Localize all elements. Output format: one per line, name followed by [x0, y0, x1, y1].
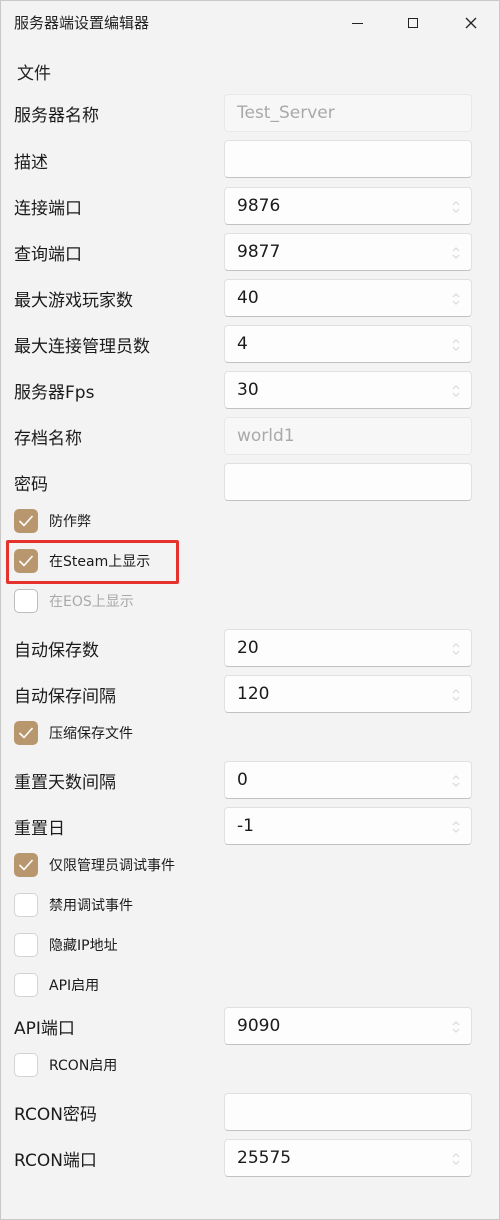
- checkbox-label-hide-ip: 隐藏IP地址: [49, 938, 118, 954]
- checkbox-label-compress-saves: 压缩保存文件: [49, 726, 133, 742]
- connect-port-input[interactable]: 9876: [224, 187, 472, 225]
- rcon-port-value: 25575: [237, 1148, 292, 1168]
- save-name-value: world1: [237, 426, 295, 446]
- reset-day-interval-input[interactable]: 0: [224, 761, 472, 799]
- window-title: 服务器端设置编辑器: [14, 14, 150, 32]
- autosave-interval-value: 120: [237, 684, 270, 704]
- label-autosave-interval: 自动保存间隔: [14, 687, 116, 707]
- label-max-admins: 最大连接管理员数: [14, 337, 150, 357]
- spinner-icon[interactable]: [451, 641, 461, 657]
- label-password: 密码: [14, 475, 48, 495]
- spinner-icon[interactable]: [451, 687, 461, 703]
- server-name-value: Test_Server: [237, 103, 335, 123]
- title-bar[interactable]: 服务器端设置编辑器: [1, 1, 499, 45]
- query-port-value: 9877: [237, 242, 281, 262]
- checkbox-compress-saves[interactable]: [14, 721, 38, 745]
- maximize-icon: [408, 18, 418, 28]
- checkbox-label-show-on-eos: 在EOS上显示: [49, 594, 134, 610]
- maximize-button[interactable]: [385, 1, 441, 45]
- save-name-input: world1: [224, 417, 472, 455]
- max-admins-input[interactable]: 4: [224, 325, 472, 363]
- label-server-name: 服务器名称: [14, 106, 99, 126]
- max-players-value: 40: [237, 288, 259, 308]
- menu-file[interactable]: 文件: [17, 59, 51, 84]
- max-players-input[interactable]: 40: [224, 279, 472, 317]
- settings-editor-window: 服务器端设置编辑器 文件 服务器名称 Test_Server 描述 连接端口 9…: [0, 0, 500, 1220]
- check-icon: [18, 515, 34, 527]
- checkbox-label-admin-only-debug: 仅限管理员调试事件: [49, 858, 175, 874]
- autosave-count-value: 20: [237, 638, 259, 658]
- spinner-icon[interactable]: [451, 199, 461, 215]
- minimize-icon: [351, 22, 363, 24]
- label-autosave-count: 自动保存数: [14, 641, 99, 661]
- query-port-input[interactable]: 9877: [224, 233, 472, 271]
- label-reset-day: 重置日: [14, 819, 65, 839]
- reset-day-value: -1: [237, 816, 254, 836]
- label-connect-port: 连接端口: [14, 199, 82, 219]
- close-icon: [465, 17, 477, 29]
- label-rcon-password: RCON密码: [14, 1105, 97, 1125]
- autosave-count-input[interactable]: 20: [224, 629, 472, 667]
- api-port-input[interactable]: 9090: [224, 1007, 472, 1045]
- checkbox-label-disable-debug: 禁用调试事件: [49, 898, 133, 914]
- spinner-icon[interactable]: [451, 245, 461, 261]
- checkbox-label-api-enabled: API启用: [49, 978, 100, 994]
- connect-port-value: 9876: [237, 196, 281, 216]
- reset-day-input[interactable]: -1: [224, 807, 472, 845]
- label-query-port: 查询端口: [14, 245, 82, 265]
- check-icon: [18, 859, 34, 871]
- spinner-icon[interactable]: [451, 337, 461, 353]
- check-icon: [18, 727, 34, 739]
- minimize-button[interactable]: [329, 1, 385, 45]
- spinner-icon[interactable]: [451, 1151, 461, 1167]
- autosave-interval-input[interactable]: 120: [224, 675, 472, 713]
- checkbox-disable-debug[interactable]: [14, 893, 38, 917]
- checkbox-label-rcon-enabled: RCON启用: [49, 1058, 118, 1074]
- spinner-icon[interactable]: [451, 1019, 461, 1035]
- close-button[interactable]: [443, 1, 499, 45]
- spinner-icon[interactable]: [451, 819, 461, 835]
- label-api-port: API端口: [14, 1019, 75, 1039]
- server-name-input: Test_Server: [224, 94, 472, 132]
- checkbox-label-anti-cheat: 防作弊: [49, 514, 91, 530]
- api-port-value: 9090: [237, 1016, 281, 1036]
- max-admins-value: 4: [237, 334, 248, 354]
- rcon-port-input[interactable]: 25575: [224, 1139, 472, 1177]
- server-fps-input[interactable]: 30: [224, 371, 472, 409]
- label-max-players: 最大游戏玩家数: [14, 291, 133, 311]
- label-reset-day-interval: 重置天数间隔: [14, 773, 116, 793]
- spinner-icon[interactable]: [451, 383, 461, 399]
- checkbox-anti-cheat[interactable]: [14, 509, 38, 533]
- checkbox-show-on-eos: [14, 589, 38, 613]
- label-rcon-port: RCON端口: [14, 1151, 97, 1171]
- password-input[interactable]: [224, 463, 472, 501]
- spinner-icon[interactable]: [451, 291, 461, 307]
- reset-day-interval-value: 0: [237, 770, 248, 790]
- description-input[interactable]: [224, 140, 472, 178]
- highlight-box: [6, 540, 179, 584]
- checkbox-rcon-enabled[interactable]: [14, 1053, 38, 1077]
- server-fps-value: 30: [237, 380, 259, 400]
- checkbox-hide-ip[interactable]: [14, 933, 38, 957]
- spinner-icon[interactable]: [451, 773, 461, 789]
- checkbox-api-enabled[interactable]: [14, 973, 38, 997]
- label-server-fps: 服务器Fps: [14, 383, 95, 403]
- label-description: 描述: [14, 153, 48, 173]
- checkbox-admin-only-debug[interactable]: [14, 853, 38, 877]
- rcon-password-input[interactable]: [224, 1093, 472, 1131]
- label-save-name: 存档名称: [14, 429, 82, 449]
